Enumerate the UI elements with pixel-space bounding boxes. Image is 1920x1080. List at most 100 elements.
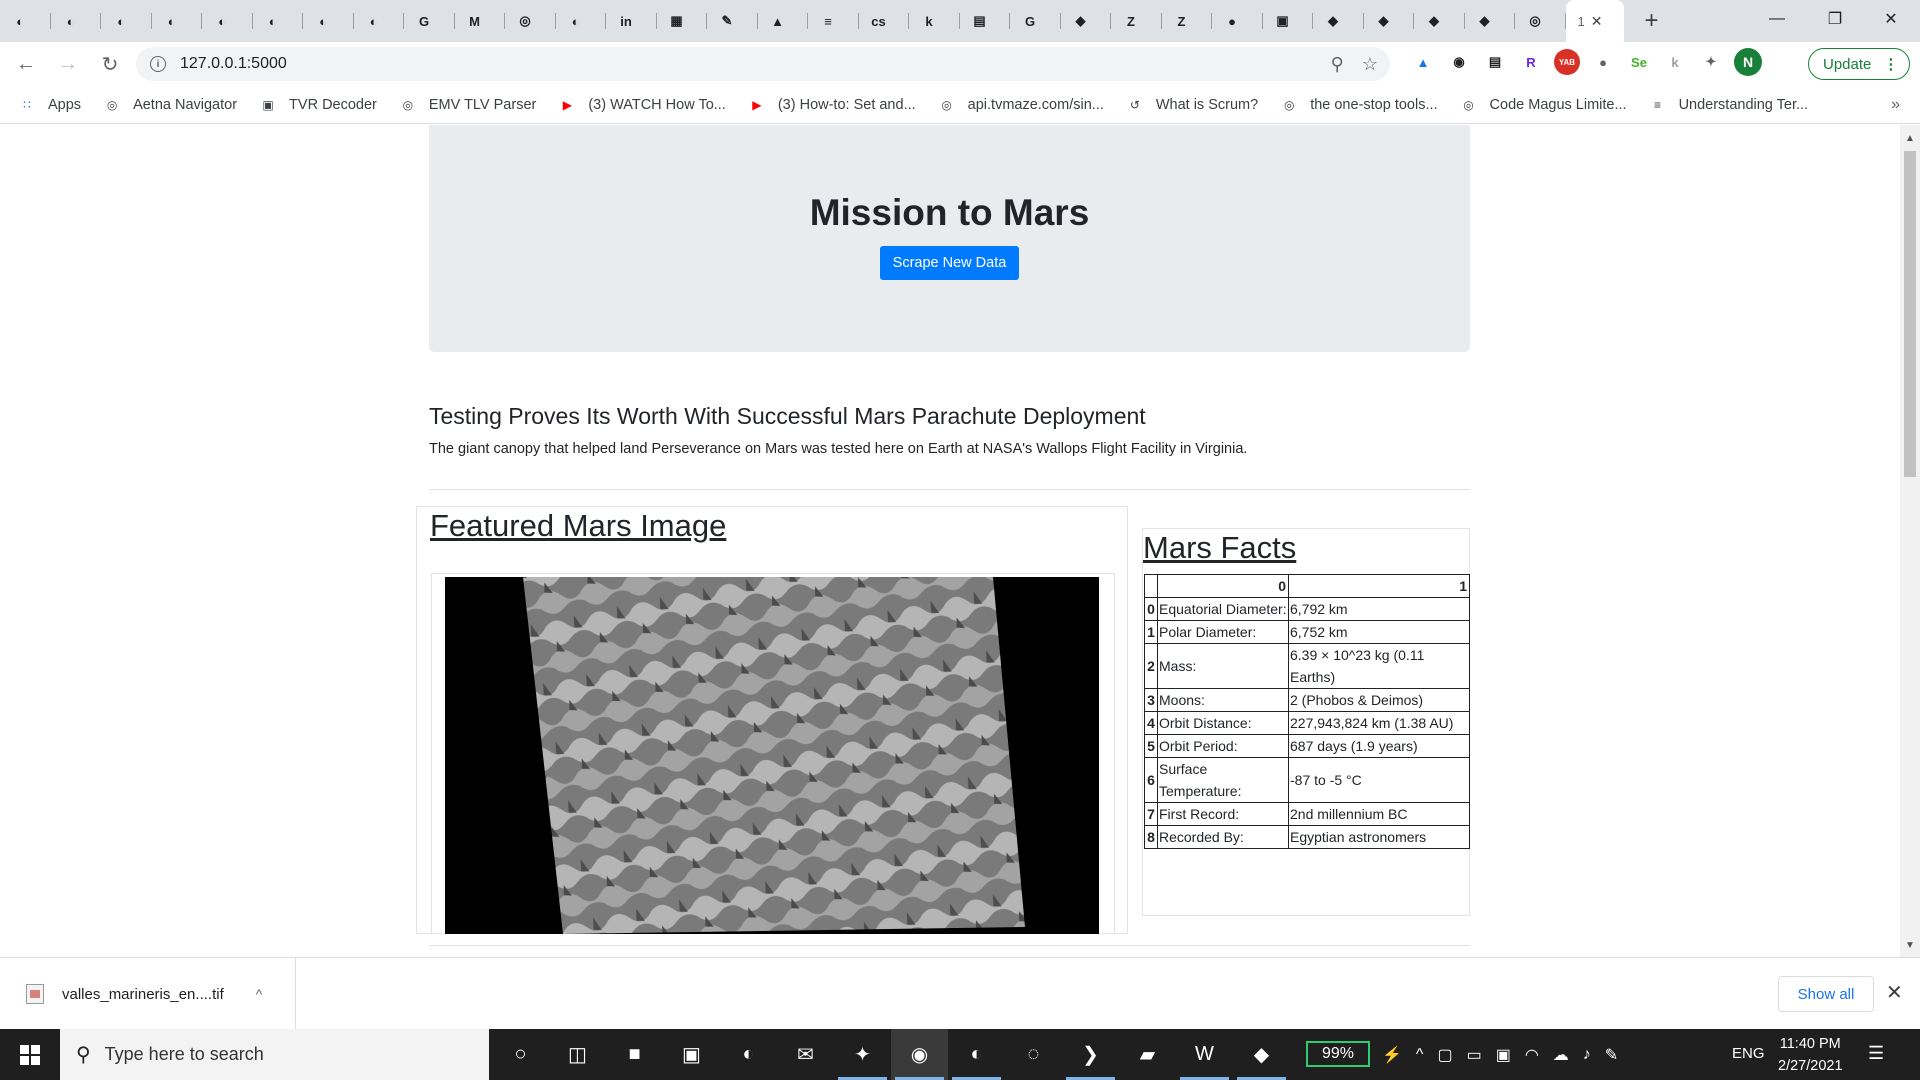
minimize-button[interactable]: — [1748,0,1806,38]
pinned-tab[interactable]: ▤ [960,0,1011,42]
edge-icon[interactable]: ◐ [720,1029,777,1080]
new-tab-button[interactable]: + [1632,0,1672,42]
pinned-tab[interactable]: ≡ [808,0,859,42]
taskbar-search[interactable]: ⚲ Type here to search [60,1029,489,1080]
pinned-tab[interactable]: G [404,0,455,42]
bookmark-item[interactable]: ▶ (3) How-to: Set and... [748,96,915,114]
battery-icon[interactable]: ▭ [1467,1045,1482,1065]
download-file-name[interactable]: valles_marineris_en....tif [62,986,224,1003]
slack-icon[interactable]: ✦ [834,1029,891,1080]
clock[interactable]: 11:40 PM 2/27/2021 [1778,1033,1843,1077]
volume-icon[interactable]: ♪ [1583,1046,1591,1064]
pinned-tab[interactable]: k [909,0,960,42]
audio-icon[interactable]: ◉ [1446,49,1472,75]
scrollbar-thumb[interactable] [1904,151,1916,477]
active-tab[interactable]: 1 ✕ [1565,0,1624,42]
pinned-tab[interactable]: M [455,0,506,42]
bookmark-star-icon[interactable]: ☆ [1362,54,1378,75]
close-icon[interactable]: ✕ [1886,980,1903,1005]
chevron-up-icon[interactable]: ^ [1416,1046,1424,1064]
pinned-tab[interactable]: ◐ [152,0,203,42]
bookmark-item[interactable]: ≡ Understanding Ter... [1649,96,1808,114]
file-explorer-icon[interactable]: ■ [606,1029,663,1080]
mail-icon[interactable]: ✉ [777,1029,834,1080]
pinned-tab[interactable]: G [1010,0,1061,42]
bookmark-item[interactable]: ▣ TVR Decoder [259,96,377,114]
back-button[interactable]: ← [8,46,44,82]
bookmark-item[interactable]: ∷ Apps [18,96,81,114]
bookmark-item[interactable]: ◎ Code Magus Limite... [1460,96,1626,114]
download-item[interactable]: valles_marineris_en....tif ^ [0,958,296,1030]
cloud-icon[interactable]: ☁ [1553,1045,1569,1065]
word-icon[interactable]: W [1176,1029,1233,1080]
wifi-icon[interactable]: ◠ [1525,1045,1539,1065]
pinned-tab[interactable]: cs [859,0,910,42]
cortana-icon[interactable]: ○ [492,1029,549,1080]
pinned-tab[interactable]: ✎ [707,0,758,42]
task-view-icon[interactable]: ◫ [549,1029,606,1080]
language-indicator[interactable]: ENG [1732,1045,1765,1062]
pinned-tab[interactable]: ◐ [354,0,405,42]
scroll-up-icon[interactable]: ▲ [1905,133,1915,144]
pinned-tab[interactable]: Z [1162,0,1213,42]
bookmark-item[interactable]: ▶ (3) WATCH How To... [558,96,726,114]
bookmarks-overflow-icon[interactable]: » [1891,96,1900,114]
yab-icon[interactable]: YAB [1554,49,1580,75]
chevron-up-icon[interactable]: ^ [256,986,263,1002]
reload-button[interactable]: ↻ [92,46,128,82]
site-info-icon[interactable]: i [150,56,166,72]
bookmark-item[interactable]: ◎ the one-stop tools... [1280,96,1438,114]
pinned-tab[interactable]: ◆ [1061,0,1112,42]
pinned-tab[interactable]: Z [1111,0,1162,42]
pinned-tab[interactable]: ◆ [1364,0,1415,42]
bookmark-item[interactable]: ◎ api.tvmaze.com/sin... [938,96,1103,114]
show-all-button[interactable]: Show all [1778,976,1874,1012]
pinned-tab[interactable]: ◆ [1414,0,1465,42]
update-button[interactable]: Update ⋮ [1808,48,1910,80]
forward-button[interactable]: → [50,46,86,82]
pinned-tab[interactable]: ◐ [101,0,152,42]
scrape-new-data-button[interactable]: Scrape New Data [879,246,1020,280]
bookmark-item[interactable]: ◎ Aetna Navigator [103,96,237,114]
pinned-tab[interactable]: ◎ [1515,0,1566,42]
start-button[interactable] [0,1029,60,1080]
chrome-icon[interactable]: ◉ [891,1029,948,1080]
google-drive-icon[interactable]: ▲ [1410,49,1436,75]
meet-now-icon[interactable]: ▢ [1437,1045,1452,1065]
pinned-tab[interactable]: ◐ [202,0,253,42]
search-placeholder[interactable]: Type here to search [105,1044,264,1065]
pinned-tab[interactable]: ◐ [556,0,607,42]
window-close-button[interactable]: ✕ [1862,0,1920,38]
notes-app-icon[interactable]: ▰ [1119,1029,1176,1080]
puzzle-icon[interactable]: ✦ [1698,49,1724,75]
bookmark-item[interactable]: ↺ What is Scrum? [1126,96,1258,114]
pinned-tab[interactable]: ▦ [657,0,708,42]
pen-icon[interactable]: ✎ [1605,1045,1618,1065]
selenium-icon[interactable]: Se [1626,49,1652,75]
pinned-tab[interactable]: ◎ [505,0,556,42]
screen-icon[interactable]: ▣ [1496,1045,1511,1065]
pinned-tab[interactable]: ▲ [758,0,809,42]
address-url[interactable]: 127.0.0.1:5000 [180,55,287,73]
address-bar[interactable]: i 127.0.0.1:5000 ⚲ ☆ [136,47,1390,81]
k-ext-icon[interactable]: k [1662,49,1688,75]
featured-mars-image[interactable] [445,577,1099,934]
pinned-tab[interactable]: in [606,0,657,42]
page-scrollbar[interactable]: ▲ ▼ [1900,125,1920,957]
scroll-down-icon[interactable]: ▼ [1905,940,1915,951]
pinned-tab[interactable]: ◆ [1465,0,1516,42]
pinned-tab[interactable]: ◐ [303,0,354,42]
menu-dots-icon[interactable]: ⋮ [1883,55,1898,73]
mongodb-compass-icon[interactable]: ◆ [1233,1029,1290,1080]
store-icon[interactable]: ▣ [663,1029,720,1080]
pinned-tab[interactable]: ◐ [0,0,51,42]
pinned-tab[interactable]: ● [1212,0,1263,42]
zoom-icon[interactable]: ⚲ [1331,54,1344,75]
vscode-icon[interactable]: ❯ [1062,1029,1119,1080]
clapper-icon[interactable]: ▤ [1482,49,1508,75]
tab-close-icon[interactable]: ✕ [1591,13,1603,30]
bookmark-item[interactable]: ◎ EMV TLV Parser [399,96,537,114]
notification-icon[interactable]: ☰ [1868,1043,1884,1064]
pinned-tab[interactable]: ◐ [51,0,102,42]
battery-indicator[interactable]: 99% [1306,1041,1370,1067]
